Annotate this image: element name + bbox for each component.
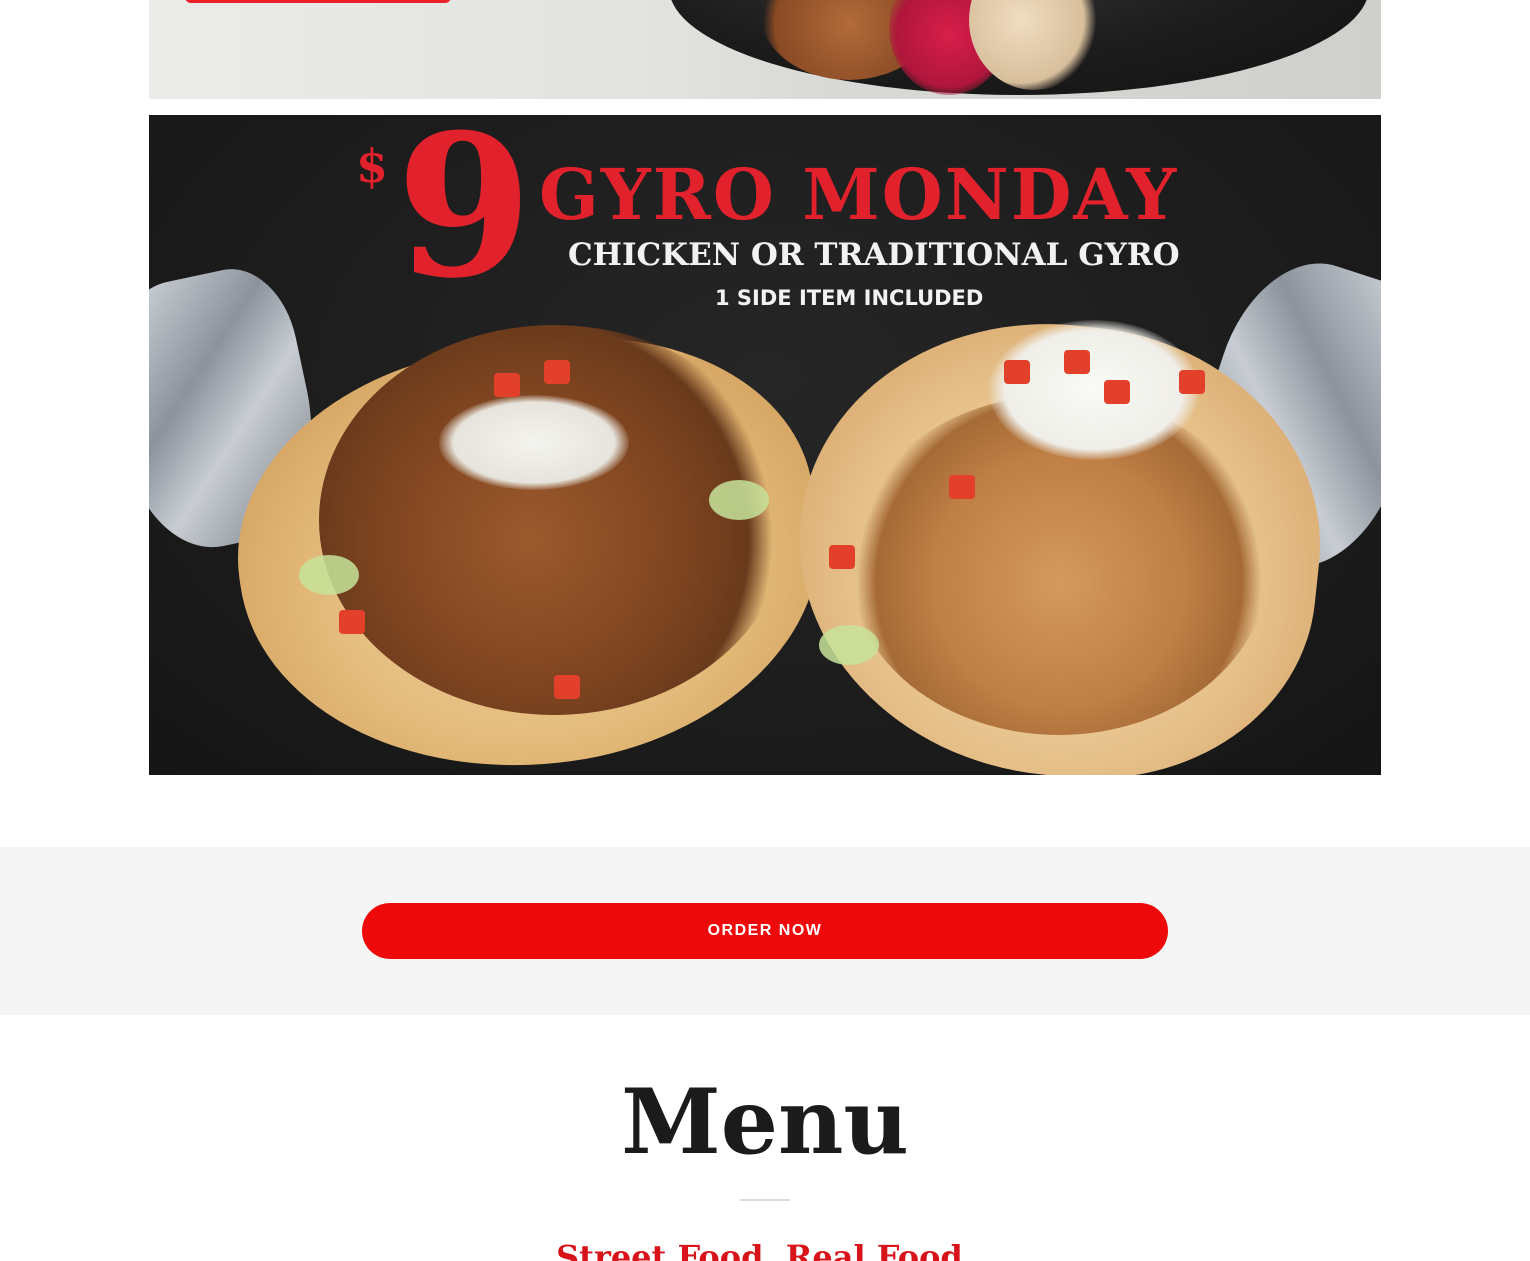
promo-red-strip [185,0,451,3]
tzatziki-right [989,320,1199,460]
tomato-piece [494,373,520,397]
banner-price-number: 9 [396,115,533,322]
tomato-piece [1004,360,1030,384]
tomato-piece [339,610,365,634]
tomato-piece [1064,350,1090,374]
promo-image-top [149,0,1381,99]
order-now-label: ORDER NOW [707,922,823,939]
order-now-button[interactable]: ORDER NOW [362,903,1168,959]
gyro-monday-banner: $ 9 GYRO MONDAY CHICKEN OR TRADITIONAL G… [149,115,1381,775]
menu-divider [740,1199,790,1201]
banner-dollar-sign: $ [356,139,389,193]
banner-subheadline: CHICKEN OR TRADITIONAL GYRO [568,237,1180,273]
tomato-piece [554,675,580,699]
banner-side-note: 1 SIDE ITEM INCLUDED [715,286,984,310]
tomato-piece [829,545,855,569]
tomato-piece [949,475,975,499]
menu-title: Menu [621,1069,909,1175]
tzatziki-left [439,395,629,490]
menu-subtitle: Street Food. Real Food. [556,1238,974,1261]
tomato-piece [544,360,570,384]
page: $ 9 GYRO MONDAY CHICKEN OR TRADITIONAL G… [0,0,1530,1261]
order-section: ORDER NOW [0,847,1530,1015]
tomato-piece [1179,370,1205,394]
banner-headline: GYRO MONDAY [539,153,1179,236]
lettuce-piece [299,555,359,595]
lettuce-piece [709,480,769,520]
tomato-piece [1104,380,1130,404]
lettuce-piece [819,625,879,665]
